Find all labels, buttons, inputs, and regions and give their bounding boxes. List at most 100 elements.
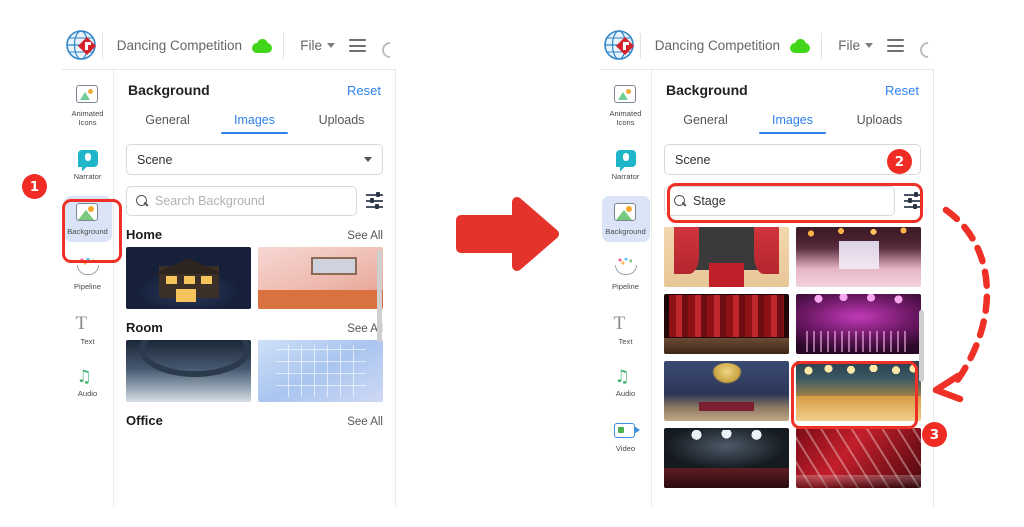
red-carpet-stage-thumbnail[interactable]	[664, 227, 789, 287]
left-sidebar-rail: Animated Icons Narrator Background Pipeli…	[62, 70, 114, 507]
sidebar-item-video[interactable]: Video	[602, 413, 650, 459]
sidebar-item-animated-icons[interactable]: Animated Icons	[64, 78, 112, 132]
panel-tabs: General Images Uploads	[114, 108, 395, 134]
app-logo[interactable]	[600, 29, 640, 63]
tab-general[interactable]: General	[124, 108, 211, 134]
tab-uploads[interactable]: Uploads	[298, 108, 385, 134]
sidebar-item-animated-icons[interactable]: Animated Icons	[602, 78, 650, 132]
right-background-panel: Background Reset General Images Uploads …	[652, 70, 934, 507]
sidebar-item-pipeline[interactable]: Pipeline	[64, 251, 112, 297]
sidebar-item-narrator[interactable]: Narrator	[64, 141, 112, 187]
see-all-home[interactable]: See All	[347, 230, 383, 242]
reset-link[interactable]: Reset	[885, 83, 919, 98]
audio-note-icon: ♫	[614, 367, 630, 388]
document-title[interactable]: Dancing Competition	[641, 38, 790, 53]
search-input[interactable]: Stage	[664, 186, 895, 216]
sidebar-item-background[interactable]: Background	[601, 196, 650, 242]
night-sky-thumbnail[interactable]	[126, 340, 251, 402]
file-menu-button[interactable]: File	[300, 38, 335, 53]
chandelier-ballroom-thumbnail[interactable]	[664, 361, 789, 421]
curved-dashed-arrow-icon	[924, 200, 1024, 425]
video-camera-icon	[613, 420, 640, 442]
category-select-value: Scene	[675, 152, 711, 167]
golden-lit-stage-thumbnail[interactable]	[796, 361, 921, 421]
sidebar-label-audio: Audio	[77, 389, 98, 399]
screenshot-root: Dancing Competition File Animated Icons N…	[0, 0, 1024, 527]
app-logo[interactable]	[62, 29, 102, 63]
sidebar-item-audio[interactable]: ♫ Audio	[602, 360, 650, 404]
search-icon	[674, 195, 686, 207]
sidebar-label-text: Text	[80, 336, 95, 346]
cloud-saved-icon	[790, 38, 811, 53]
undo-icon[interactable]	[380, 38, 396, 54]
search-input[interactable]: Search Background	[126, 186, 357, 216]
sidebar-label-narrator: Narrator	[73, 172, 102, 182]
sidebar-label-animated-2: Icons	[616, 117, 635, 127]
red-curtain-stage-thumbnail[interactable]	[664, 294, 789, 354]
sidebar-item-audio[interactable]: ♫ Audio	[64, 360, 112, 404]
tab-images[interactable]: Images	[749, 108, 836, 134]
sidebar-label-animated-1: Animated	[71, 109, 104, 118]
section-title-office: Office	[126, 413, 163, 428]
pipeline-icon	[76, 257, 100, 280]
section-title-home: Home	[126, 227, 163, 242]
topbar-menu-group: File	[284, 38, 396, 54]
step-badge-3: 3	[922, 422, 947, 447]
purple-concert-stage-thumbnail[interactable]	[796, 294, 921, 354]
undo-icon[interactable]	[918, 38, 934, 54]
tab-uploads[interactable]: Uploads	[836, 108, 923, 134]
sidebar-label-background: Background	[67, 227, 108, 237]
right-arrow-icon	[455, 196, 560, 277]
blue-empty-room-thumbnail[interactable]	[258, 340, 383, 402]
sidebar-label-background: Background	[605, 227, 646, 237]
sidebar-label-pipeline: Pipeline	[73, 281, 102, 291]
panel-title: Background	[128, 82, 210, 98]
category-select[interactable]: Scene	[664, 144, 921, 175]
thumbnail-grid-home	[126, 247, 383, 309]
panel-header: Background Reset	[652, 70, 933, 98]
ballroom-runway-thumbnail[interactable]	[796, 227, 921, 287]
search-placeholder: Search Background	[155, 194, 265, 208]
reset-link[interactable]: Reset	[347, 83, 381, 98]
sidebar-label-text: Text	[618, 336, 633, 346]
filter-sliders-icon[interactable]	[904, 192, 921, 209]
sidebar-item-text[interactable]: T Text	[64, 306, 112, 352]
sidebar-item-text[interactable]: T Text	[602, 306, 650, 352]
chevron-down-icon	[364, 157, 372, 162]
filter-sliders-icon[interactable]	[366, 192, 383, 209]
background-image-icon	[613, 203, 638, 225]
night-cabin-thumbnail[interactable]	[126, 247, 251, 309]
panel-body: Scene Stage	[652, 134, 933, 488]
text-icon: T	[613, 312, 626, 334]
topbar-menu-group: File	[822, 38, 934, 54]
search-results-grid	[664, 227, 921, 488]
hamburger-menu-icon[interactable]	[886, 39, 904, 52]
audio-note-icon: ♫	[76, 367, 92, 388]
hamburger-menu-icon[interactable]	[348, 39, 366, 52]
category-select[interactable]: Scene	[126, 144, 383, 175]
red-laser-stage-thumbnail[interactable]	[796, 428, 921, 488]
see-all-office[interactable]: See All	[347, 416, 383, 428]
panel-scrollbar-thumb[interactable]	[377, 250, 382, 342]
animated-icons-icon	[75, 85, 100, 107]
sidebar-item-pipeline[interactable]: Pipeline	[602, 251, 650, 297]
search-row: Search Background	[126, 186, 383, 216]
tab-general[interactable]: General	[662, 108, 749, 134]
step-badge-2: 2	[887, 149, 912, 174]
pink-room-thumbnail[interactable]	[258, 247, 383, 309]
sidebar-item-narrator[interactable]: Narrator	[602, 141, 650, 187]
chevron-down-icon	[326, 43, 335, 48]
tab-images[interactable]: Images	[211, 108, 298, 134]
right-app-window: Dancing Competition File Animated Icons N…	[600, 22, 934, 507]
dark-spotlight-stage-thumbnail[interactable]	[664, 428, 789, 488]
document-title[interactable]: Dancing Competition	[103, 38, 252, 53]
text-icon: T	[75, 312, 88, 334]
sidebar-item-background[interactable]: Background	[63, 196, 112, 242]
search-row: Stage	[664, 186, 921, 216]
step-badge-1: 1	[22, 174, 47, 199]
panel-title: Background	[666, 82, 748, 98]
file-menu-button[interactable]: File	[838, 38, 873, 53]
section-title-room: Room	[126, 320, 163, 335]
category-select-value: Scene	[137, 152, 173, 167]
left-app-window: Dancing Competition File Animated Icons N…	[62, 22, 396, 507]
